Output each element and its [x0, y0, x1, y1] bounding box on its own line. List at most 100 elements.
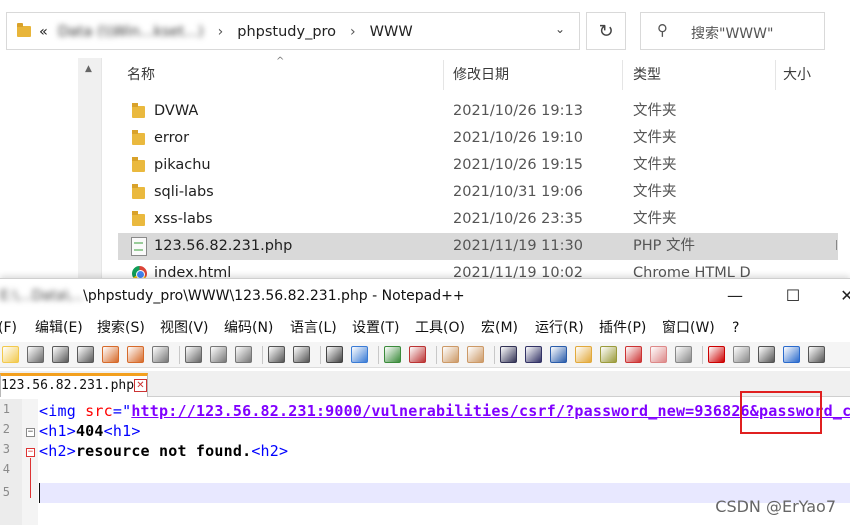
- breadcrumb-item-phpstudy[interactable]: phpstudy_pro: [237, 24, 336, 40]
- close-all-icon[interactable]: [127, 346, 144, 363]
- folder-workspace-icon[interactable]: [650, 346, 667, 363]
- html-text: resource not found.: [75, 442, 252, 460]
- function-list-icon[interactable]: [625, 346, 642, 363]
- menu-plugins[interactable]: 插件(P): [599, 316, 646, 340]
- save-macro-icon[interactable]: [808, 346, 825, 363]
- window-title-hidden: E:\...Data\...: [0, 288, 84, 304]
- breadcrumb-hidden-path[interactable]: Data (\\Win...kset...): [58, 24, 204, 40]
- menu-run[interactable]: 运行(R): [535, 316, 584, 340]
- breadcrumb-overflow[interactable]: «: [39, 24, 48, 40]
- new-file-icon[interactable]: [2, 346, 19, 363]
- file-name: pikachu: [154, 157, 211, 173]
- minimize-button[interactable]: —: [720, 283, 750, 309]
- menu-search[interactable]: 搜索(S): [97, 316, 145, 340]
- cut-icon[interactable]: [185, 346, 202, 363]
- paste-icon[interactable]: [235, 346, 252, 363]
- menu-window[interactable]: 窗口(W): [662, 316, 715, 340]
- menu-view[interactable]: 视图(V): [160, 316, 209, 340]
- menu-help[interactable]: ?: [732, 316, 739, 340]
- open-file-icon[interactable]: [27, 346, 44, 363]
- tab-file[interactable]: 123.56.82.231.php ✕: [0, 373, 148, 397]
- print-icon[interactable]: [152, 346, 169, 363]
- scroll-up-icon[interactable]: ▲: [85, 64, 92, 74]
- address-bar[interactable]: « Data (\\Win...kset...) › phpstudy_pro …: [6, 12, 580, 50]
- close-button[interactable]: ✕: [832, 283, 850, 309]
- column-header-size[interactable]: 大小: [783, 60, 811, 90]
- text-caret: [39, 483, 40, 503]
- undo-icon[interactable]: [268, 346, 285, 363]
- file-name: sqli-labs: [154, 184, 214, 200]
- code-line-3: <h2>resource not found.<h2>: [39, 441, 288, 461]
- title-bar[interactable]: E:\...Data\...\phpstudy_pro\WWW\123.56.8…: [0, 279, 850, 315]
- file-type: 文件夹: [633, 130, 677, 146]
- menu-macro[interactable]: 宏(M): [481, 316, 518, 340]
- chevron-right-icon[interactable]: ›: [218, 24, 224, 40]
- doc-map-icon[interactable]: [600, 346, 617, 363]
- word-wrap-icon[interactable]: [500, 346, 517, 363]
- show-all-chars-icon[interactable]: [525, 346, 542, 363]
- window-title: E:\...Data\...\phpstudy_pro\WWW\123.56.8…: [0, 288, 465, 304]
- column-divider[interactable]: [443, 60, 444, 90]
- refresh-button[interactable]: ↻: [586, 12, 626, 50]
- column-divider[interactable]: [622, 60, 623, 90]
- indent-guide-icon[interactable]: [550, 346, 567, 363]
- close-file-icon[interactable]: [102, 346, 119, 363]
- sync-v-icon[interactable]: [442, 346, 459, 363]
- search-input[interactable]: ⚲ 搜索"WWW": [640, 12, 825, 50]
- file-row[interactable]: index.html 2021/11/19 10:02 Chrome HTML D: [118, 260, 838, 280]
- chevron-right-icon[interactable]: ›: [350, 24, 356, 40]
- nav-pane-scrollbar[interactable]: ▲: [78, 58, 102, 280]
- lang-udl-icon[interactable]: [575, 346, 592, 363]
- column-divider[interactable]: [775, 60, 776, 90]
- code-line-1: <img src="http://123.56.82.231:9000/vuln…: [39, 401, 850, 421]
- zoom-in-icon[interactable]: [384, 346, 401, 363]
- line-number: 2: [2, 422, 10, 436]
- fold-toggle-icon[interactable]: −: [26, 428, 35, 437]
- find-icon[interactable]: [326, 346, 343, 363]
- stop-macro-icon[interactable]: [733, 346, 750, 363]
- column-header-date[interactable]: 修改日期: [453, 60, 509, 90]
- run-macro-icon[interactable]: [783, 346, 800, 363]
- menu-encoding[interactable]: 编码(N): [224, 316, 273, 340]
- copy-icon[interactable]: [210, 346, 227, 363]
- zoom-out-icon[interactable]: [409, 346, 426, 363]
- file-name: index.html: [154, 265, 232, 280]
- save-icon[interactable]: [52, 346, 69, 363]
- file-row[interactable]: 123.56.82.231.php 2021/11/19 11:30 PHP 文件: [118, 233, 838, 260]
- file-name: error: [154, 130, 190, 146]
- folder-icon: [132, 184, 145, 199]
- toolbar-separator: [179, 346, 180, 364]
- close-tab-icon[interactable]: ✕: [134, 379, 147, 392]
- fold-toggle-icon[interactable]: −: [26, 448, 35, 457]
- file-row[interactable]: DVWA 2021/10/26 19:13 文件夹: [118, 98, 838, 125]
- redo-icon[interactable]: [293, 346, 310, 363]
- menu-settings[interactable]: 设置(T): [352, 316, 399, 340]
- html-attribute: src: [85, 402, 113, 420]
- column-header-name[interactable]: 名称: [127, 60, 155, 90]
- menu-edit[interactable]: 编辑(E): [35, 316, 83, 340]
- code-line-2: <h1>404<h1>: [39, 421, 141, 441]
- chevron-down-icon[interactable]: ⌄: [555, 22, 565, 36]
- menu-tools[interactable]: 工具(O): [415, 316, 465, 340]
- monitoring-icon[interactable]: [675, 346, 692, 363]
- file-row[interactable]: sqli-labs 2021/10/31 19:06 文件夹: [118, 179, 838, 206]
- file-row[interactable]: error 2021/10/26 19:10 文件夹: [118, 125, 838, 152]
- play-macro-icon[interactable]: [758, 346, 775, 363]
- file-date: 2021/10/26 23:35: [453, 211, 583, 227]
- maximize-button[interactable]: ☐: [778, 283, 808, 309]
- menu-file[interactable]: (F): [0, 316, 17, 340]
- save-all-icon[interactable]: [77, 346, 94, 363]
- file-row[interactable]: xss-labs 2021/10/26 23:35 文件夹: [118, 206, 838, 233]
- file-date: 2021/11/19 10:02: [453, 265, 583, 280]
- menu-language[interactable]: 语言(L): [290, 316, 337, 340]
- replace-icon[interactable]: [351, 346, 368, 363]
- column-header-type[interactable]: 类型: [633, 60, 661, 90]
- sync-h-icon[interactable]: [467, 346, 484, 363]
- html-tag: <h1>: [39, 422, 76, 440]
- file-name: 123.56.82.231.php: [154, 238, 293, 254]
- breadcrumb-item-www[interactable]: WWW: [370, 24, 413, 40]
- record-macro-icon[interactable]: [708, 346, 725, 363]
- scroll-tick: [836, 240, 837, 250]
- file-type: 文件夹: [633, 157, 677, 173]
- file-row[interactable]: pikachu 2021/10/26 19:15 文件夹: [118, 152, 838, 179]
